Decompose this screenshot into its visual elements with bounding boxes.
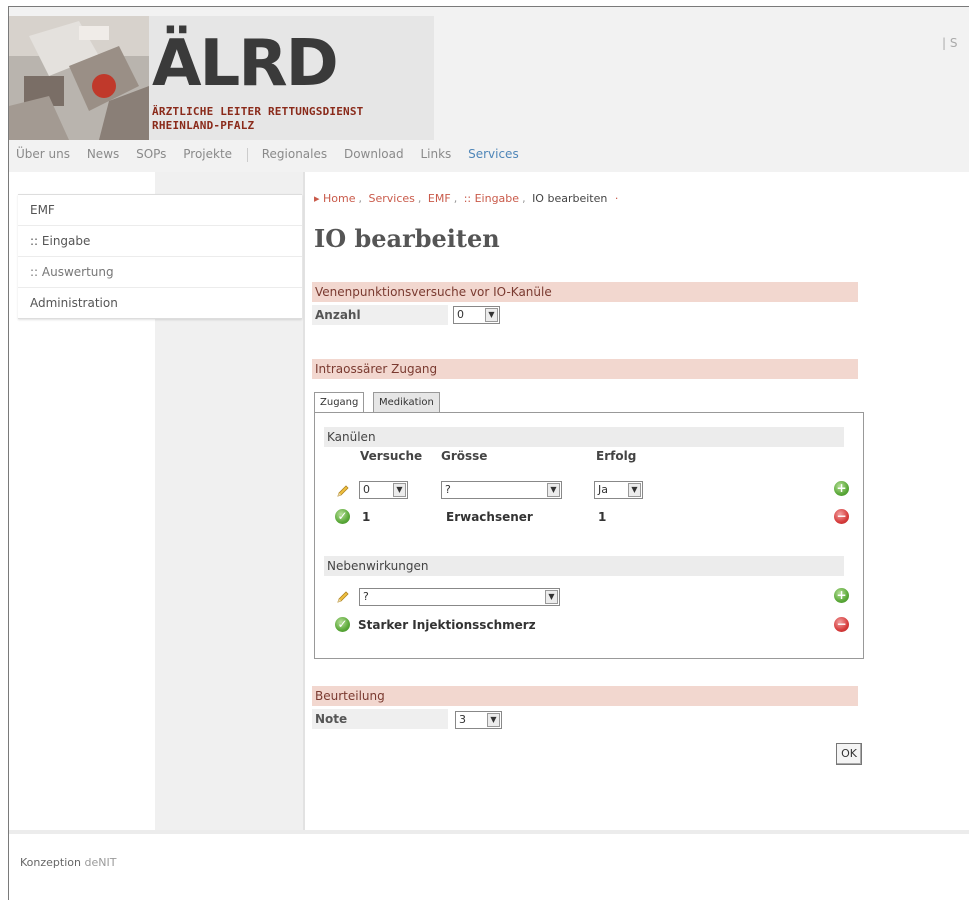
sidebar-divider [303, 172, 305, 830]
nav-sops[interactable]: SOPs [136, 147, 166, 161]
add-nebenwirkung-icon[interactable]: + [834, 588, 849, 603]
nebenwirkung-row: Starker Injektionsschmerz [358, 618, 536, 632]
note-label: Note [312, 709, 448, 729]
logo-subtitle-1: ÄRZTLICHE LEITER RETTUNGSDIENST [152, 105, 364, 118]
col-versuche: Versuche [360, 449, 423, 463]
remove-nebenwirkung-icon[interactable]: − [834, 617, 849, 632]
footer-text: Konzeption [20, 856, 81, 869]
nav-services[interactable]: Services [468, 147, 519, 161]
page-title: IO bearbeiten [314, 224, 500, 253]
breadcrumb-current: IO bearbeiten [532, 192, 608, 205]
nav-news[interactable]: News [87, 147, 119, 161]
groesse-select[interactable]: ? ▼ [441, 481, 562, 499]
logo-subtitle-2: RHEINLAND-PFALZ [152, 119, 255, 132]
kanuelen-title: Kanülen [324, 427, 844, 447]
footer-brand-link[interactable]: deNIT [84, 856, 116, 869]
breadcrumb-separator: , [417, 192, 422, 205]
top-right-link[interactable]: | S [942, 36, 957, 50]
note-select-value: 3 [459, 713, 466, 726]
logo-title: ÄLRD [152, 27, 339, 101]
section-venen-title: Venenpunktionsversuche vor IO-Kanüle [312, 282, 858, 302]
versuche-select[interactable]: 0 ▼ [359, 481, 408, 499]
chevron-down-icon: ▼ [547, 483, 560, 497]
nav-ueber-uns[interactable]: Über uns [16, 147, 70, 161]
footer: Konzeption deNIT [20, 856, 116, 869]
nav-regionales[interactable]: Regionales [262, 147, 327, 161]
section-zugang-title: Intraossärer Zugang [312, 359, 858, 379]
top-navigation: Über uns News SOPs Projekte Regionales D… [16, 147, 532, 162]
kanuele-row-erfolg: 1 [598, 510, 607, 524]
groesse-select-value: ? [445, 483, 451, 496]
breadcrumb-eingabe[interactable]: :: Eingabe [464, 192, 519, 205]
anzahl-select-value: 0 [457, 308, 464, 321]
erfolg-select-value: Ja [598, 483, 608, 496]
chevron-down-icon: ▼ [545, 590, 558, 604]
footer-divider [9, 830, 969, 834]
remove-kanuele-icon[interactable]: − [834, 509, 849, 524]
chevron-down-icon: ▼ [393, 483, 406, 497]
chevron-down-icon: ▼ [487, 713, 500, 727]
versuche-select-value: 0 [363, 483, 370, 496]
pencil-icon[interactable] [336, 590, 350, 604]
nebenwirkung-select-value: ? [363, 590, 369, 603]
erfolg-select[interactable]: Ja ▼ [594, 481, 643, 499]
breadcrumb-separator: , [453, 192, 458, 205]
breadcrumb-home[interactable]: Home [323, 192, 355, 205]
sidebar-item-emf[interactable]: EMF [18, 195, 302, 226]
sidebar-item-administration[interactable]: Administration [18, 288, 302, 318]
nebenwirkungen-title: Nebenwirkungen [324, 556, 844, 576]
anzahl-select[interactable]: 0 ▼ [453, 306, 500, 324]
tab-medikation[interactable]: Medikation [373, 392, 440, 412]
note-select[interactable]: 3 ▼ [455, 711, 502, 729]
nav-links[interactable]: Links [420, 147, 451, 161]
ok-button[interactable]: OK [836, 743, 862, 765]
sidebar-menu: EMF :: Eingabe :: Auswertung Administrat… [18, 194, 302, 319]
pencil-icon[interactable] [336, 484, 350, 498]
col-groesse: Grösse [441, 449, 488, 463]
breadcrumb-services[interactable]: Services [369, 192, 415, 205]
breadcrumb-arrow-icon: ▸ [314, 192, 320, 205]
kanuele-row-versuche: 1 [362, 510, 371, 524]
chevron-down-icon: ▼ [628, 483, 641, 497]
sidebar-item-eingabe[interactable]: :: Eingabe [18, 226, 302, 257]
chevron-down-icon: ▼ [485, 308, 498, 322]
kanuele-row-groesse: Erwachsener [446, 510, 533, 524]
nav-download[interactable]: Download [344, 147, 404, 161]
col-erfolg: Erfolg [596, 449, 637, 463]
breadcrumb-end-dot-icon: · [614, 192, 619, 205]
nav-separator [246, 147, 248, 162]
breadcrumb-separator: , [358, 192, 363, 205]
nav-projekte[interactable]: Projekte [183, 147, 232, 161]
add-kanuele-icon[interactable]: + [834, 481, 849, 496]
header-photo [9, 16, 149, 140]
breadcrumb-emf[interactable]: EMF [428, 192, 451, 205]
nebenwirkung-select[interactable]: ? ▼ [359, 588, 560, 606]
breadcrumb-separator: , [522, 192, 526, 205]
section-beurteilung-title: Beurteilung [312, 686, 858, 706]
tab-zugang[interactable]: Zugang [314, 392, 365, 413]
sidebar-item-auswertung[interactable]: :: Auswertung [18, 257, 302, 288]
check-icon: ✓ [335, 617, 350, 632]
breadcrumb: ▸ Home, Services, EMF, :: Eingabe, IO be… [314, 192, 618, 205]
check-icon: ✓ [335, 509, 350, 524]
anzahl-label: Anzahl [312, 305, 448, 325]
